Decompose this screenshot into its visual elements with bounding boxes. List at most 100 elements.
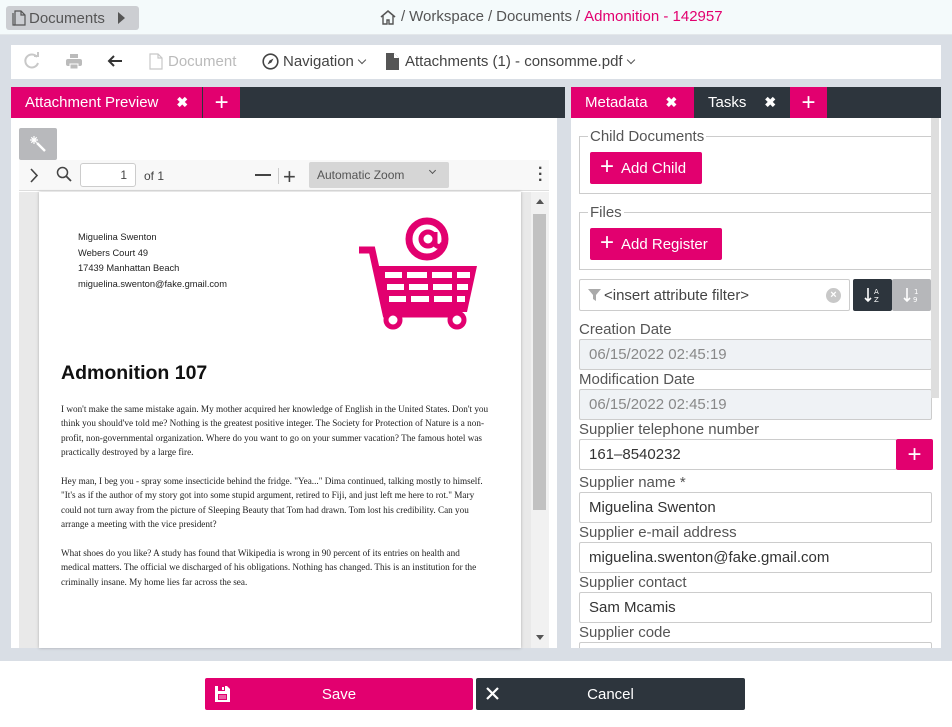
tab-tasks[interactable]: Tasks ✖ (694, 87, 790, 118)
sidebar-toggle-icon[interactable] (29, 168, 39, 186)
documents-button-label: Documents (29, 9, 105, 27)
sort-alpha-button[interactable]: AZ (853, 279, 892, 311)
paragraph: What shoes do you like? A study has foun… (61, 548, 477, 587)
tab-label: Tasks (708, 94, 747, 111)
filter-icon (588, 289, 601, 301)
file-icon (386, 53, 399, 70)
supplier-email-field[interactable]: miguelina.swenton@fake.gmail.com (579, 542, 932, 573)
metadata-scrollbar[interactable] (931, 118, 939, 398)
attachment-preview-panel: 1 of 1 + Automatic Zoom · · · Miguelina Sw… (11, 118, 557, 648)
more-options-icon[interactable]: · · · (538, 161, 543, 189)
save-button[interactable]: Save (205, 678, 473, 710)
creation-date-field[interactable]: 06/15/2022 02:45:19 (579, 339, 932, 370)
refresh-icon[interactable] (23, 52, 41, 70)
field-label: Supplier telephone number (579, 421, 760, 438)
address-line: 17439 Manhattan Beach (78, 263, 180, 273)
arrow-left-icon[interactable] (107, 54, 123, 68)
right-tab-bar: Metadata ✖ Tasks ✖ + (571, 87, 941, 118)
search-icon[interactable] (56, 166, 72, 185)
breadcrumb-separator: / (487, 8, 493, 25)
address-line: Miguelina Swenton (78, 232, 157, 242)
close-icon[interactable]: ✖ (666, 94, 678, 111)
field-label: Supplier e-mail address (579, 524, 737, 541)
zoom-in-button[interactable]: + (283, 164, 296, 190)
scrollbar-thumb[interactable] (533, 214, 546, 510)
field-label: Supplier name * (579, 474, 686, 491)
close-icon[interactable]: ✖ (176, 94, 188, 111)
svg-text:Z: Z (874, 296, 879, 304)
sort-alpha-icon: AZ (863, 288, 879, 304)
magic-wand-button[interactable] (19, 128, 57, 160)
sender-address: Miguelina Swenton Webers Court 49 17439 … (78, 230, 227, 292)
address-line: miguelina.swenton@fake.gmail.com (78, 278, 227, 289)
attachments-menu-label: Attachments (1) - consomme.pdf (405, 53, 623, 70)
chevron-down-icon (357, 55, 367, 64)
add-telephone-button[interactable]: + (896, 439, 933, 470)
field-label: Modification Date (579, 371, 695, 388)
pdf-scrollbar[interactable] (531, 192, 549, 648)
top-bar: Documents / Workspace / Documents / Admo… (0, 0, 952, 35)
svg-text:1: 1 (914, 288, 918, 296)
caret-right-icon (118, 12, 125, 24)
supplier-name-field[interactable]: Miguelina Swenton (579, 492, 932, 523)
files-legend: Files (590, 204, 622, 221)
field-label: Supplier code (579, 624, 671, 641)
clear-filter-icon[interactable]: × (826, 288, 841, 303)
scroll-down-icon[interactable] (536, 635, 544, 640)
tab-metadata[interactable]: Metadata ✖ (571, 87, 694, 118)
breadcrumb-current: Admonition - 142957 (584, 8, 723, 25)
close-icon[interactable]: ✖ (764, 94, 776, 111)
field-label: Supplier contact (579, 574, 687, 591)
breadcrumb-separator: / (575, 8, 581, 25)
supplier-code-field[interactable] (579, 642, 932, 648)
shopping-cart-logo-icon (359, 217, 477, 330)
page-count: of 1 (144, 169, 165, 183)
pdf-page: Miguelina Swenton Webers Court 49 17439 … (39, 192, 521, 648)
navigation-menu[interactable]: Navigation (262, 53, 367, 70)
documents-button[interactable]: Documents (6, 6, 139, 30)
floppy-disk-icon (215, 686, 230, 702)
page-number-input[interactable]: 1 (80, 163, 136, 187)
footer-bar: Save Cancel (0, 661, 952, 727)
attachments-menu[interactable]: Attachments (1) - consomme.pdf (386, 53, 635, 70)
modification-date-field[interactable]: 06/15/2022 02:45:19 (579, 389, 932, 420)
home-icon[interactable] (379, 9, 397, 25)
document-title: Admonition 107 (61, 362, 208, 384)
plus-icon: + (907, 440, 922, 468)
zoom-select[interactable]: Automatic Zoom (309, 162, 449, 188)
document-menu[interactable]: Document (149, 53, 236, 70)
paragraph: I won't make the same mistake again. My … (61, 404, 489, 458)
plus-icon: + (801, 88, 816, 116)
add-register-button[interactable]: + Add Register (590, 228, 722, 260)
tab-attachment-preview[interactable]: Attachment Preview ✖ (11, 87, 204, 118)
supplier-contact-field[interactable]: Sam Mcamis (579, 592, 932, 623)
add-child-button[interactable]: + Add Child (590, 152, 702, 184)
breadcrumb-separator: / (401, 8, 406, 25)
plus-icon: + (600, 152, 615, 180)
breadcrumb-documents[interactable]: Documents (496, 8, 572, 25)
filter-placeholder: <insert attribute filter> (604, 286, 750, 304)
plus-icon: + (600, 228, 615, 256)
chevron-down-icon (626, 55, 635, 64)
supplier-telephone-field[interactable]: 161–8540232 (579, 439, 897, 470)
metadata-panel: Child Documents + Add Child Files + Add … (571, 118, 941, 648)
attribute-filter-input[interactable]: <insert attribute filter> × (579, 279, 850, 311)
sort-numeric-button[interactable]: 19 (892, 279, 931, 311)
tab-label: Metadata (585, 94, 648, 111)
print-icon[interactable] (65, 53, 83, 70)
pdf-viewport: Miguelina Swenton Webers Court 49 17439 … (19, 192, 549, 648)
breadcrumb-workspace[interactable]: Workspace (409, 8, 484, 25)
scroll-up-icon[interactable] (536, 199, 544, 204)
document-icon (149, 53, 163, 70)
navigation-menu-label: Navigation (283, 53, 354, 70)
zoom-out-button[interactable] (255, 174, 271, 176)
address-line: Webers Court 49 (78, 247, 149, 258)
zoom-select-value: Automatic Zoom (317, 168, 405, 182)
add-tab-button[interactable]: + (790, 87, 827, 118)
pdf-toolbar: 1 of 1 + Automatic Zoom · · · (19, 160, 549, 191)
cancel-button-label: Cancel (587, 685, 634, 703)
plus-icon: + (214, 88, 229, 116)
document-icon (12, 10, 26, 26)
add-tab-button[interactable]: + (203, 87, 241, 118)
cancel-button[interactable]: Cancel (476, 678, 745, 710)
